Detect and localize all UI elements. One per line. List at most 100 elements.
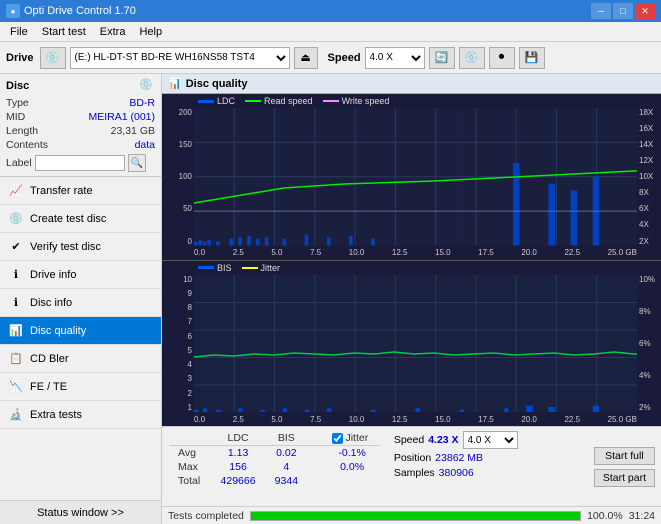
col-ldc: LDC: [211, 431, 266, 446]
sidebar-item-create-test-disc[interactable]: 💿 Create test disc: [0, 205, 161, 233]
drive-select[interactable]: (E:) HL-DT-ST BD-RE WH16NS58 TST4: [70, 47, 290, 69]
sidebar-item-verify-test-disc[interactable]: ✔ Verify test disc: [0, 233, 161, 261]
x-top-250: 25.0 GB: [608, 248, 637, 257]
x-bot-75: 7.5: [310, 415, 321, 424]
eject-button[interactable]: ⏏: [294, 47, 318, 69]
x-top-100: 10.0: [349, 248, 365, 257]
progress-bar-outer: [250, 511, 581, 521]
sidebar-item-extra-tests[interactable]: 🔬 Extra tests: [0, 401, 161, 429]
y-bot-8: 8: [162, 303, 194, 312]
disc-type-row: Type BD-R: [6, 96, 155, 110]
y-bot-5: 5: [162, 346, 194, 355]
x-top-125: 12.5: [392, 248, 408, 257]
write-speed-color: [323, 100, 339, 102]
chart-top-x-axis: 0.0 2.5 5.0 7.5 10.0 12.5 15.0 17.5 20.0…: [194, 246, 637, 260]
save-button[interactable]: 💾: [519, 47, 545, 69]
col-jitter: Jitter: [324, 431, 379, 446]
x-bot-225: 22.5: [564, 415, 580, 424]
disc-info-label: Disc info: [30, 297, 72, 309]
x-bot-125: 12.5: [392, 415, 408, 424]
disc-length-row: Length 23,31 GB: [6, 124, 155, 138]
position-label: Position: [394, 452, 431, 464]
window-controls[interactable]: ─ □ ✕: [591, 3, 655, 19]
quality-header-icon: 📊: [168, 77, 182, 90]
transfer-rate-icon: 📈: [8, 183, 24, 199]
quality-header: 📊 Disc quality: [162, 74, 661, 94]
total-spacer: [307, 474, 324, 488]
max-spacer: [307, 460, 324, 474]
chart-top-y-right: 18X 16X 14X 12X 10X 8X 6X 4X 2X: [637, 108, 661, 246]
speed-label: Speed: [328, 52, 361, 64]
x-bot-150: 15.0: [435, 415, 451, 424]
x-bot-50: 5.0: [271, 415, 282, 424]
toolbar: Drive 💿 (E:) HL-DT-ST BD-RE WH16NS58 TST…: [0, 42, 661, 74]
x-bot-25: 2.5: [233, 415, 244, 424]
sidebar-item-disc-info[interactable]: ℹ Disc info: [0, 289, 161, 317]
samples-label: Samples: [394, 467, 435, 479]
col-spacer: [307, 431, 324, 446]
avg-jitter: -0.1%: [324, 446, 379, 461]
position-val: 23862 MB: [435, 452, 483, 464]
ldc-color: [198, 100, 214, 103]
stats-max-row: Max 156 4 0.0%: [170, 460, 380, 474]
speed-label-text: Speed: [394, 434, 424, 446]
cd-bler-icon: 📋: [8, 351, 24, 367]
disc-panel: Disc 💿 Type BD-R MID MEIRA1 (001) Length…: [0, 74, 161, 177]
disc-info-icon: ℹ: [8, 295, 24, 311]
refresh-button[interactable]: 🔄: [429, 47, 455, 69]
transfer-rate-label: Transfer rate: [30, 185, 93, 197]
legend-jitter: Jitter: [242, 263, 281, 273]
jitter-col-label: Jitter: [345, 432, 368, 444]
menu-file[interactable]: File: [4, 25, 34, 39]
speed-select[interactable]: 4.0 X: [365, 47, 425, 69]
disc-label-button[interactable]: 🔍: [128, 154, 146, 172]
titlebar: ● Opti Drive Control 1.70 ─ □ ✕: [0, 0, 661, 22]
y-right-16x: 16X: [637, 124, 661, 133]
sidebar-item-transfer-rate[interactable]: 📈 Transfer rate: [0, 177, 161, 205]
menu-start-test[interactable]: Start test: [36, 25, 92, 39]
speed-selector[interactable]: 4.0 X: [463, 431, 518, 449]
x-bot-250: 25.0 GB: [608, 415, 637, 424]
y-bot-1: 1: [162, 403, 194, 412]
disc-label-key: Label: [6, 157, 32, 169]
jitter-checkbox[interactable]: [332, 433, 343, 444]
legend-write-speed: Write speed: [323, 96, 390, 106]
y-bot-r-6pct: 6%: [637, 339, 661, 348]
content-area: 📊 Disc quality LDC Read speed: [162, 74, 661, 524]
status-window-button[interactable]: Status window >>: [0, 500, 161, 524]
sidebar-item-fe-te[interactable]: 📉 FE / TE: [0, 373, 161, 401]
chart-bottom-svg: [194, 275, 637, 413]
record-button[interactable]: ⏺: [489, 47, 515, 69]
stats-avg-row: Avg 1.13 0.02 -0.1%: [170, 446, 380, 461]
fe-te-label: FE / TE: [30, 381, 67, 393]
sidebar-item-drive-info[interactable]: ℹ Drive info: [0, 261, 161, 289]
sidebar-item-disc-quality[interactable]: 📊 Disc quality: [0, 317, 161, 345]
y-right-2x: 2X: [637, 237, 661, 246]
x-top-225: 22.5: [564, 248, 580, 257]
disc-button[interactable]: 💿: [459, 47, 485, 69]
total-ldc: 429666: [211, 474, 266, 488]
menu-help[interactable]: Help: [133, 25, 168, 39]
y-bot-r-8pct: 8%: [637, 307, 661, 316]
charts-area: LDC Read speed Write speed 200 150 10: [162, 94, 661, 426]
chart-top: LDC Read speed Write speed 200 150 10: [162, 94, 661, 261]
extra-tests-icon: 🔬: [8, 407, 24, 423]
disc-contents-key: Contents: [6, 139, 48, 151]
disc-type-key: Type: [6, 97, 29, 109]
disc-label-input[interactable]: [35, 155, 125, 171]
menu-extra[interactable]: Extra: [94, 25, 132, 39]
sidebar-item-cd-bler[interactable]: 📋 CD Bler: [0, 345, 161, 373]
fe-te-icon: 📉: [8, 379, 24, 395]
start-full-button[interactable]: Start full: [594, 447, 655, 465]
start-part-button[interactable]: Start part: [594, 469, 655, 487]
close-button[interactable]: ✕: [635, 3, 655, 19]
status-window-label: Status window >>: [37, 507, 124, 519]
create-test-disc-icon: 💿: [8, 211, 24, 227]
minimize-button[interactable]: ─: [591, 3, 611, 19]
disc-mid-row: MID MEIRA1 (001): [6, 110, 155, 124]
y-bot-7: 7: [162, 317, 194, 326]
y-top-50: 50: [162, 204, 194, 213]
stats-total-row: Total 429666 9344: [170, 474, 380, 488]
time-display: 31:24: [629, 510, 655, 522]
maximize-button[interactable]: □: [613, 3, 633, 19]
